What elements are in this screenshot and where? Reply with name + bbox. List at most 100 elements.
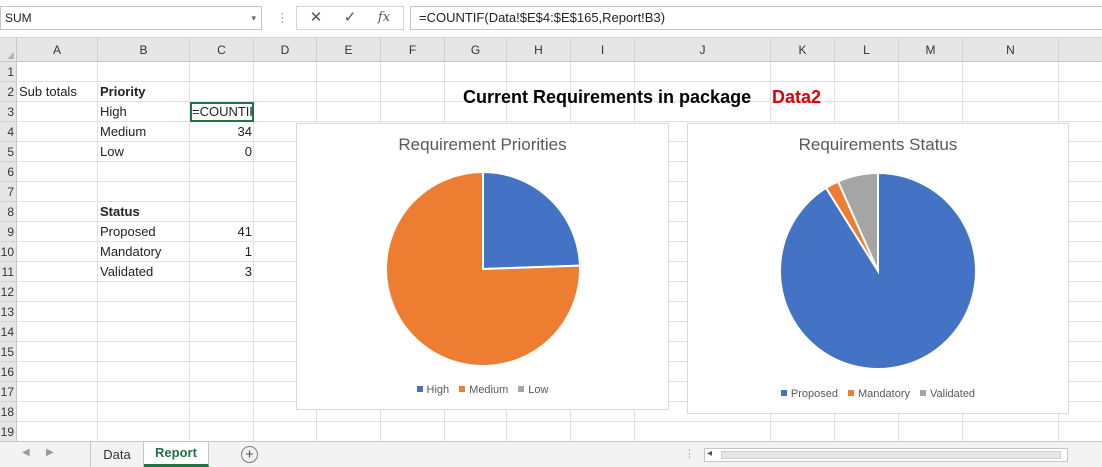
cell-c4[interactable]: 34 <box>190 122 254 142</box>
legend-label: Proposed <box>790 388 839 400</box>
cell-b10[interactable]: Mandatory <box>98 242 190 262</box>
report-heading: Current Requirements in package <box>463 87 752 107</box>
row-header-8[interactable]: 8 <box>0 202 17 222</box>
priorities-pie <box>385 170 581 367</box>
row-header-3[interactable]: 3 <box>0 102 17 122</box>
priorities-chart[interactable]: Requirement Priorities High Medium Low <box>296 123 669 410</box>
legend-item-mandatory: Mandatory <box>848 388 910 400</box>
row-header-4[interactable]: 4 <box>0 122 17 142</box>
legend-label: Validated <box>930 388 976 400</box>
select-all-corner[interactable] <box>0 38 17 62</box>
cancel-icon[interactable]: ✕ <box>303 7 329 29</box>
scrollbar-thumb[interactable] <box>721 451 1061 459</box>
column-header-e[interactable]: E <box>317 38 381 62</box>
column-header-a[interactable]: A <box>17 38 98 62</box>
column-header-m[interactable]: M <box>899 38 963 62</box>
column-headers: ABCDEFGHIJKLMN <box>17 38 1102 62</box>
cell-b8[interactable]: Status <box>98 202 190 222</box>
row-header-2[interactable]: 2 <box>0 82 17 102</box>
legend-item-low: Low <box>518 384 548 396</box>
legend-item-medium: Medium <box>459 384 508 396</box>
legend-swatch <box>459 386 466 393</box>
formula-input[interactable]: =COUNTIF(Data!$E$4:$E$165,Report!B3) <box>410 6 1102 30</box>
row-header-5[interactable]: 5 <box>0 142 17 162</box>
row-header-19[interactable]: 19 <box>0 422 17 441</box>
chart-legend: Proposed Mandatory Validated <box>688 388 1068 400</box>
vertical-dots-icon: ⋮ <box>276 10 289 25</box>
column-header-b[interactable]: B <box>98 38 190 62</box>
insert-function-icon[interactable]: fx <box>371 7 397 29</box>
row-header-10[interactable]: 10 <box>0 242 17 262</box>
gridline <box>17 421 1102 422</box>
cell-c10[interactable]: 1 <box>190 242 254 262</box>
column-header-f[interactable]: F <box>381 38 445 62</box>
row-header-16[interactable]: 16 <box>0 362 17 382</box>
next-sheet-icon[interactable]: ▶ <box>46 447 54 458</box>
package-name: Data2 <box>772 87 822 107</box>
column-header-n[interactable]: N <box>963 38 1059 62</box>
legend-swatch <box>848 390 855 397</box>
row-header-6[interactable]: 6 <box>0 162 17 182</box>
column-header-d[interactable]: D <box>254 38 317 62</box>
legend-swatch <box>416 386 423 393</box>
row-header-14[interactable]: 14 <box>0 322 17 342</box>
legend-item-proposed: Proposed <box>780 388 839 400</box>
chevron-down-icon[interactable]: ▾ <box>251 7 256 29</box>
formula-buttons: ✕ ✓ fx <box>296 6 404 30</box>
pie-slice-high[interactable] <box>482 170 581 271</box>
legend-swatch <box>518 386 525 393</box>
formula-bar: SUM ▾ ⋮ ✕ ✓ fx =COUNTIF(Data!$E$4:$E$165… <box>0 0 1102 38</box>
column-header-k[interactable]: K <box>771 38 835 62</box>
legend-swatch <box>780 390 787 397</box>
chart-legend: High Medium Low <box>297 384 668 396</box>
cell-c3-active[interactable]: =COUNTIF <box>190 102 254 122</box>
vertical-dots-icon: ⋮ <box>684 448 695 460</box>
cell-c5[interactable]: 0 <box>190 142 254 162</box>
cell-c11[interactable]: 3 <box>190 262 254 282</box>
row-header-15[interactable]: 15 <box>0 342 17 362</box>
worksheet-grid: ABCDEFGHIJKLMN 1 2 3 4 5 6 7 8 9 10 11 12 13 14 15 16 17… <box>0 38 1102 441</box>
cell-b3[interactable]: High <box>98 102 190 122</box>
cell-b2[interactable]: Priority <box>98 82 190 102</box>
row-header-12[interactable]: 12 <box>0 282 17 302</box>
name-box[interactable]: SUM ▾ <box>0 6 262 30</box>
column-header-j[interactable]: J <box>635 38 771 62</box>
cell-a2[interactable]: Sub totals <box>17 82 97 102</box>
legend-swatch <box>920 390 926 397</box>
row-header-1[interactable]: 1 <box>0 62 17 82</box>
cell-b11[interactable]: Validated <box>98 262 190 282</box>
status-chart[interactable]: Requirements Status Proposed Mandatory Val… <box>687 123 1069 414</box>
column-header-c[interactable]: C <box>190 38 254 62</box>
sheet-tab-report[interactable]: Report <box>144 442 209 467</box>
row-headers: 1 2 3 4 5 6 7 8 9 10 11 12 13 14 15 16 17 18 19 <box>0 62 17 441</box>
chart-title: Requirement Priorities <box>398 135 567 154</box>
legend-label: High <box>426 384 450 396</box>
legend-label: Mandatory <box>858 388 910 400</box>
column-header-i[interactable]: I <box>571 38 635 62</box>
cell-b9[interactable]: Proposed <box>98 222 190 242</box>
legend-label: Medium <box>469 384 509 396</box>
scroll-left-icon[interactable]: ◂ <box>707 448 712 459</box>
prev-sheet-icon[interactable]: ◀ <box>22 447 30 458</box>
row-header-17[interactable]: 17 <box>0 382 17 402</box>
row-header-11[interactable]: 11 <box>0 262 17 282</box>
horizontal-scrollbar[interactable]: ◂ <box>704 448 1068 462</box>
cell-b5[interactable]: Low <box>98 142 190 162</box>
check-icon[interactable]: ✓ <box>337 7 363 29</box>
cell-b4[interactable]: Medium <box>98 122 190 142</box>
legend-label: Low <box>528 384 549 396</box>
add-sheet-icon[interactable]: + <box>241 446 258 463</box>
row-header-18[interactable]: 18 <box>0 402 17 422</box>
row-header-13[interactable]: 13 <box>0 302 17 322</box>
cell-c9[interactable]: 41 <box>190 222 254 242</box>
chart-title: Requirements Status <box>798 135 958 154</box>
column-header-l[interactable]: L <box>835 38 899 62</box>
row-header-7[interactable]: 7 <box>0 182 17 202</box>
cell-area[interactable]: Sub totals Priority High =COUNTIF Medium… <box>17 62 1102 441</box>
row-header-9[interactable]: 9 <box>0 222 17 242</box>
status-pie <box>779 171 977 370</box>
column-header-h[interactable]: H <box>507 38 571 62</box>
column-header-g[interactable]: G <box>445 38 507 62</box>
name-box-value: SUM <box>5 11 32 25</box>
sheet-tab-data[interactable]: Data <box>90 442 144 467</box>
